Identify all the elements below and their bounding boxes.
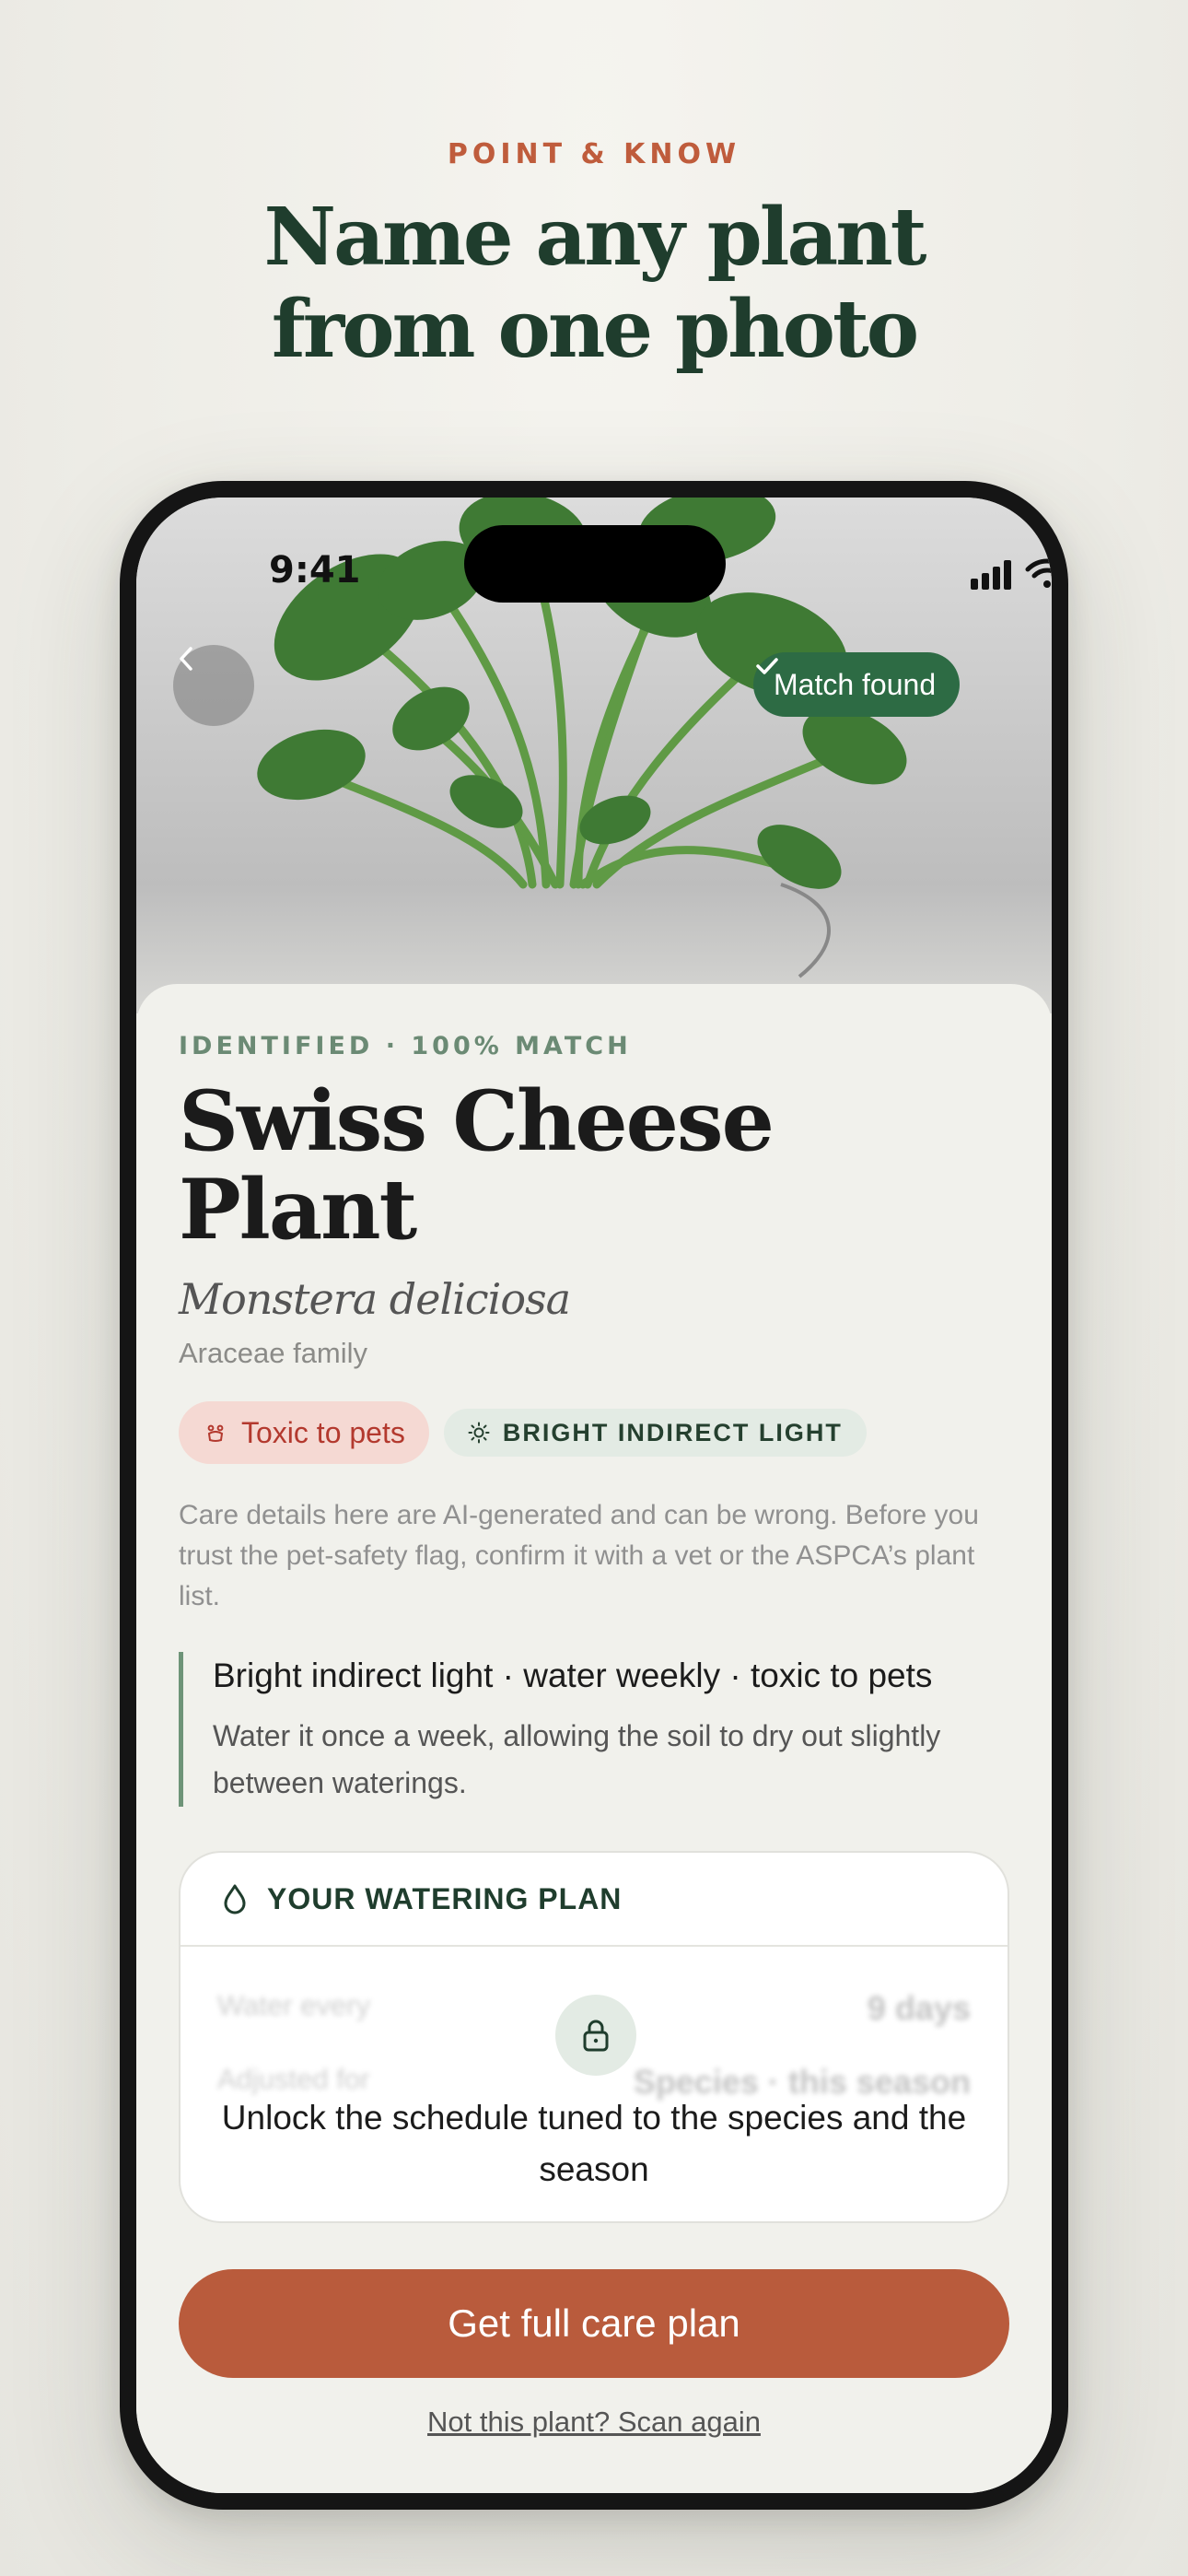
toxic-chip-label: Toxic to pets	[241, 1415, 405, 1449]
sun-icon	[468, 1422, 490, 1444]
phone-frame: 9:41 Match found IDENTIFIED · 100% MATCH…	[120, 481, 1068, 2510]
back-button[interactable]	[173, 645, 254, 726]
checkmark-icon	[756, 658, 778, 674]
lock-badge	[555, 1995, 636, 2076]
toxic-to-pets-chip[interactable]: Toxic to pets	[179, 1401, 429, 1464]
watering-plan-card[interactable]: YOUR WATERING PLAN Water every 9 days Ad…	[179, 1851, 1009, 2223]
signal-icon	[971, 560, 1011, 590]
unlock-message: Unlock the schedule tuned to the species…	[221, 2099, 967, 2188]
plant-latin-name: Monstera deliciosa	[179, 1274, 571, 1324]
dynamic-island	[464, 525, 726, 603]
care-summary-body: Water it once a week, allowing the soil …	[213, 1719, 941, 1799]
chevron-left-icon	[180, 647, 192, 671]
trait-chips: Toxic to pets BRIGHT INDIRECT LIGHT	[179, 1401, 1009, 1464]
scan-again-link[interactable]: Not this plant? Scan again	[179, 2406, 1009, 2439]
result-sheet: IDENTIFIED · 100% MATCH Swiss Cheese Pla…	[136, 984, 1052, 2493]
light-chip-label: BRIGHT INDIRECT LIGHT	[502, 1418, 843, 1446]
marketing-headline: Name any plant from one photo	[0, 192, 1188, 376]
pet-icon	[207, 1424, 224, 1442]
headline-line-1: Name any plant	[263, 191, 927, 284]
plant-photo: 9:41 Match found	[136, 498, 1052, 1013]
blurred-row-value: 9 days	[867, 1989, 971, 2027]
plant-common-name: Swiss Cheese Plant	[179, 1072, 775, 1259]
match-overline: IDENTIFIED · 100% MATCH	[179, 1032, 632, 1060]
care-summary-title: Bright indirect light · water weekly · t…	[213, 1657, 933, 1694]
headline-line-2: from one photo	[271, 283, 919, 376]
watering-plan-title: YOUR WATERING PLAN	[267, 1881, 623, 1915]
ai-disclaimer: Care details here are AI-generated and c…	[179, 1500, 979, 1611]
care-summary: Bright indirect light · water weekly · t…	[179, 1652, 1009, 1807]
lock-icon	[583, 2020, 609, 2052]
status-time: 9:41	[269, 549, 361, 591]
water-drop-icon	[224, 1884, 246, 1914]
bright-light-chip[interactable]: BRIGHT INDIRECT LIGHT	[443, 1409, 867, 1457]
match-found-label: Match found	[774, 667, 937, 701]
phone-screen: 9:41 Match found IDENTIFIED · 100% MATCH…	[136, 498, 1052, 2493]
blurred-row-label: Water every	[217, 1989, 370, 2021]
wifi-icon	[1025, 558, 1052, 588]
match-found-badge: Match found	[753, 652, 961, 717]
get-full-care-plan-button[interactable]: Get full care plan	[179, 2269, 1009, 2378]
plant-family: Araceae family	[179, 1337, 368, 1369]
watering-plan-header: YOUR WATERING PLAN	[181, 1853, 1007, 1947]
marketing-eyebrow: POINT & KNOW	[447, 138, 741, 170]
